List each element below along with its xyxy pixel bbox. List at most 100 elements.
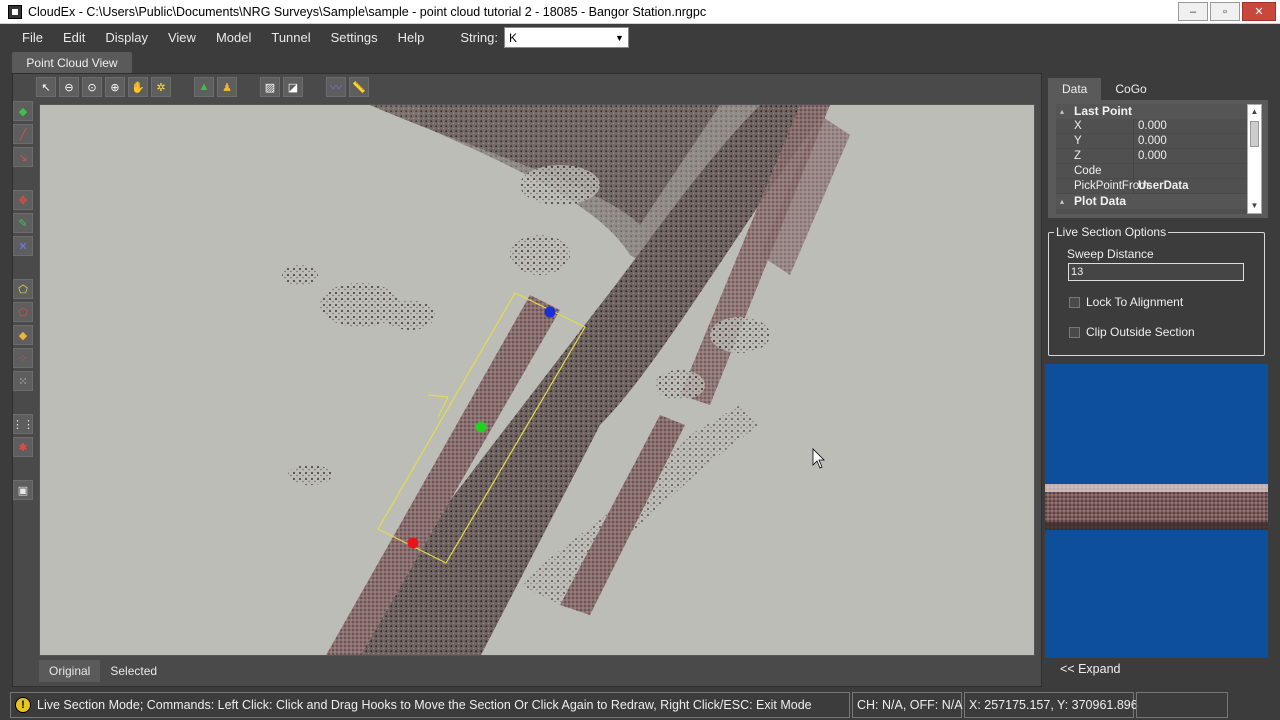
property-key: Code [1056,164,1134,179]
status-ch-off: CH: N/A, OFF: N/A [852,691,963,718]
menu-file[interactable]: File [0,24,53,51]
status-bar: ! Live Section Mode; Commands: Left Clic… [0,689,1280,720]
scroll-up-icon[interactable]: ▲ [1248,105,1261,119]
window-title: CloudEx - C:\Users\Public\Documents\NRG … [28,4,707,19]
status-coordinates: X: 257175.157, Y: 370961.896 [964,691,1138,718]
property-grid[interactable]: Last Point X 0.000 Y 0.000 Z 0.000 Code … [1056,104,1252,214]
zoom-window-icon[interactable]: ⊙ [82,77,102,97]
property-row[interactable]: PickPointFrom UserData [1056,179,1252,194]
app-logo-icon [8,4,22,19]
menu-tunnel[interactable]: Tunnel [261,24,320,51]
property-key: X [1056,119,1134,134]
surface-icon[interactable]: ◪ [283,77,303,97]
category-last-point[interactable]: Last Point [1056,104,1252,119]
fill-icon[interactable]: ◆ [13,325,33,345]
scroll-thumb[interactable] [1250,121,1259,147]
menu-help[interactable]: Help [388,24,435,51]
intersect-icon[interactable]: ✕ [13,236,33,256]
property-scrollbar[interactable]: ▲ ▼ [1247,104,1262,214]
add-point-icon[interactable]: ◆ [13,101,33,121]
string-select[interactable]: K ▼ [503,27,629,48]
live-section-options: Live Section Options Sweep Distance 13 L… [1048,225,1265,356]
tools-toolbar: ◆ ╱ ↘ ✥ ✎ ✕ ⬠ ⬠ ◆ ⁘ ⁙ ⋮⋮ ✱ ▣ [12,101,34,503]
property-row[interactable]: Y 0.000 [1056,134,1252,149]
polygon-edit-icon[interactable]: ⬠ [13,302,33,322]
view-toolbar: ↖ ⊖ ⊙ ⊕ ✋ ✲ ▲ ♟ ▨ ◪ 〰 📏 [36,76,372,98]
live-section-legend: Live Section Options [1054,225,1169,239]
point-cloud-viewport[interactable] [39,104,1035,656]
scatter-points-icon[interactable]: ⁘ [13,348,33,368]
sweep-distance-label: Sweep Distance [1067,247,1154,261]
tab-point-cloud-view[interactable]: Point Cloud View [12,52,132,73]
property-row[interactable]: Z 0.000 [1056,149,1252,164]
close-button[interactable]: ✕ [1242,2,1276,21]
property-value [1134,164,1252,179]
property-key: Z [1056,149,1134,164]
chevron-down-icon: ▼ [615,32,624,43]
property-value: 0.000 [1134,149,1252,164]
warning-icon: ! [15,696,31,713]
viewport-tabs: Original Selected [39,660,167,682]
terrain-icon[interactable]: ▲ [194,77,214,97]
expand-button[interactable]: << Expand [1060,662,1120,676]
arrow-line-icon[interactable]: ↘ [13,147,33,167]
tab-selected[interactable]: Selected [100,660,167,682]
window-controls: – ▫ ✕ [1178,2,1276,21]
minimize-button[interactable]: – [1178,2,1208,21]
clip-outside-section-label: Clip Outside Section [1086,325,1195,339]
menu-model[interactable]: Model [206,24,261,51]
mouse-cursor-icon [812,448,825,469]
hook-red [407,537,419,549]
profile-line-icon[interactable]: 〰 [326,77,346,97]
pan-hand-icon[interactable]: ✋ [128,77,148,97]
title-bar: CloudEx - C:\Users\Public\Documents\NRG … [0,0,1280,24]
measure-ruler-icon[interactable]: 📏 [349,77,369,97]
property-value: 0.000 [1134,119,1252,134]
property-row[interactable]: Code [1056,164,1252,179]
move-icon[interactable]: ✥ [13,190,33,210]
maximize-button[interactable]: ▫ [1210,2,1240,21]
hook-green [475,421,487,433]
rotate-icon[interactable]: ✲ [151,77,171,97]
pen-icon[interactable]: ✎ [13,213,33,233]
grid-hatch-icon[interactable]: ▨ [260,77,280,97]
clip-outside-section-checkbox[interactable] [1069,326,1080,338]
lock-to-alignment-checkbox[interactable] [1069,296,1080,308]
property-key: Y [1056,134,1134,149]
tab-cogo[interactable]: CoGo [1101,78,1160,100]
data-panel: Last Point X 0.000 Y 0.000 Z 0.000 Code … [1048,100,1268,218]
menu-settings[interactable]: Settings [321,24,388,51]
zoom-out-icon[interactable]: ⊖ [59,77,79,97]
lock-to-alignment-label: Lock To Alignment [1086,295,1184,309]
delete-points-icon[interactable]: ✱ [13,437,33,457]
menu-view[interactable]: View [158,24,206,51]
category-plot-data[interactable]: Plot Data [1056,194,1252,209]
street-level [1045,522,1268,530]
menu-bar: File Edit Display View Model Tunnel Sett… [0,24,1280,51]
section-preview-canvas [1045,484,1268,530]
lock-to-alignment-option[interactable]: Lock To Alignment [1069,295,1183,309]
polygon-icon[interactable]: ⬠ [13,279,33,299]
draw-line-icon[interactable]: ╱ [13,124,33,144]
menu-edit[interactable]: Edit [53,24,95,51]
walk-person-icon[interactable]: ♟ [217,77,237,97]
status-message: Live Section Mode; Commands: Left Click:… [37,697,812,712]
sweep-distance-input[interactable]: 13 [1068,263,1244,281]
clip-outside-section-option[interactable]: Clip Outside Section [1069,325,1195,339]
zoom-in-icon[interactable]: ⊕ [105,77,125,97]
hook-blue [544,306,556,318]
tab-original[interactable]: Original [39,660,101,682]
section-preview-view[interactable] [1045,364,1268,658]
status-message-segment: ! Live Section Mode; Commands: Left Clic… [10,691,850,718]
image-tool-icon[interactable]: ▣ [13,480,33,500]
scroll-down-icon[interactable]: ▼ [1248,199,1261,213]
right-panel-tabs: Data CoGo [1048,78,1161,100]
string-select-value: K [508,30,517,45]
tab-data[interactable]: Data [1048,78,1102,100]
property-row[interactable]: X 0.000 [1056,119,1252,134]
select-arrow-icon[interactable]: ↖ [36,77,56,97]
dots-icon[interactable]: ⁙ [13,371,33,391]
menu-display[interactable]: Display [95,24,158,51]
property-value: 0.000 [1134,134,1252,149]
grid-points-icon[interactable]: ⋮⋮ [12,414,34,434]
